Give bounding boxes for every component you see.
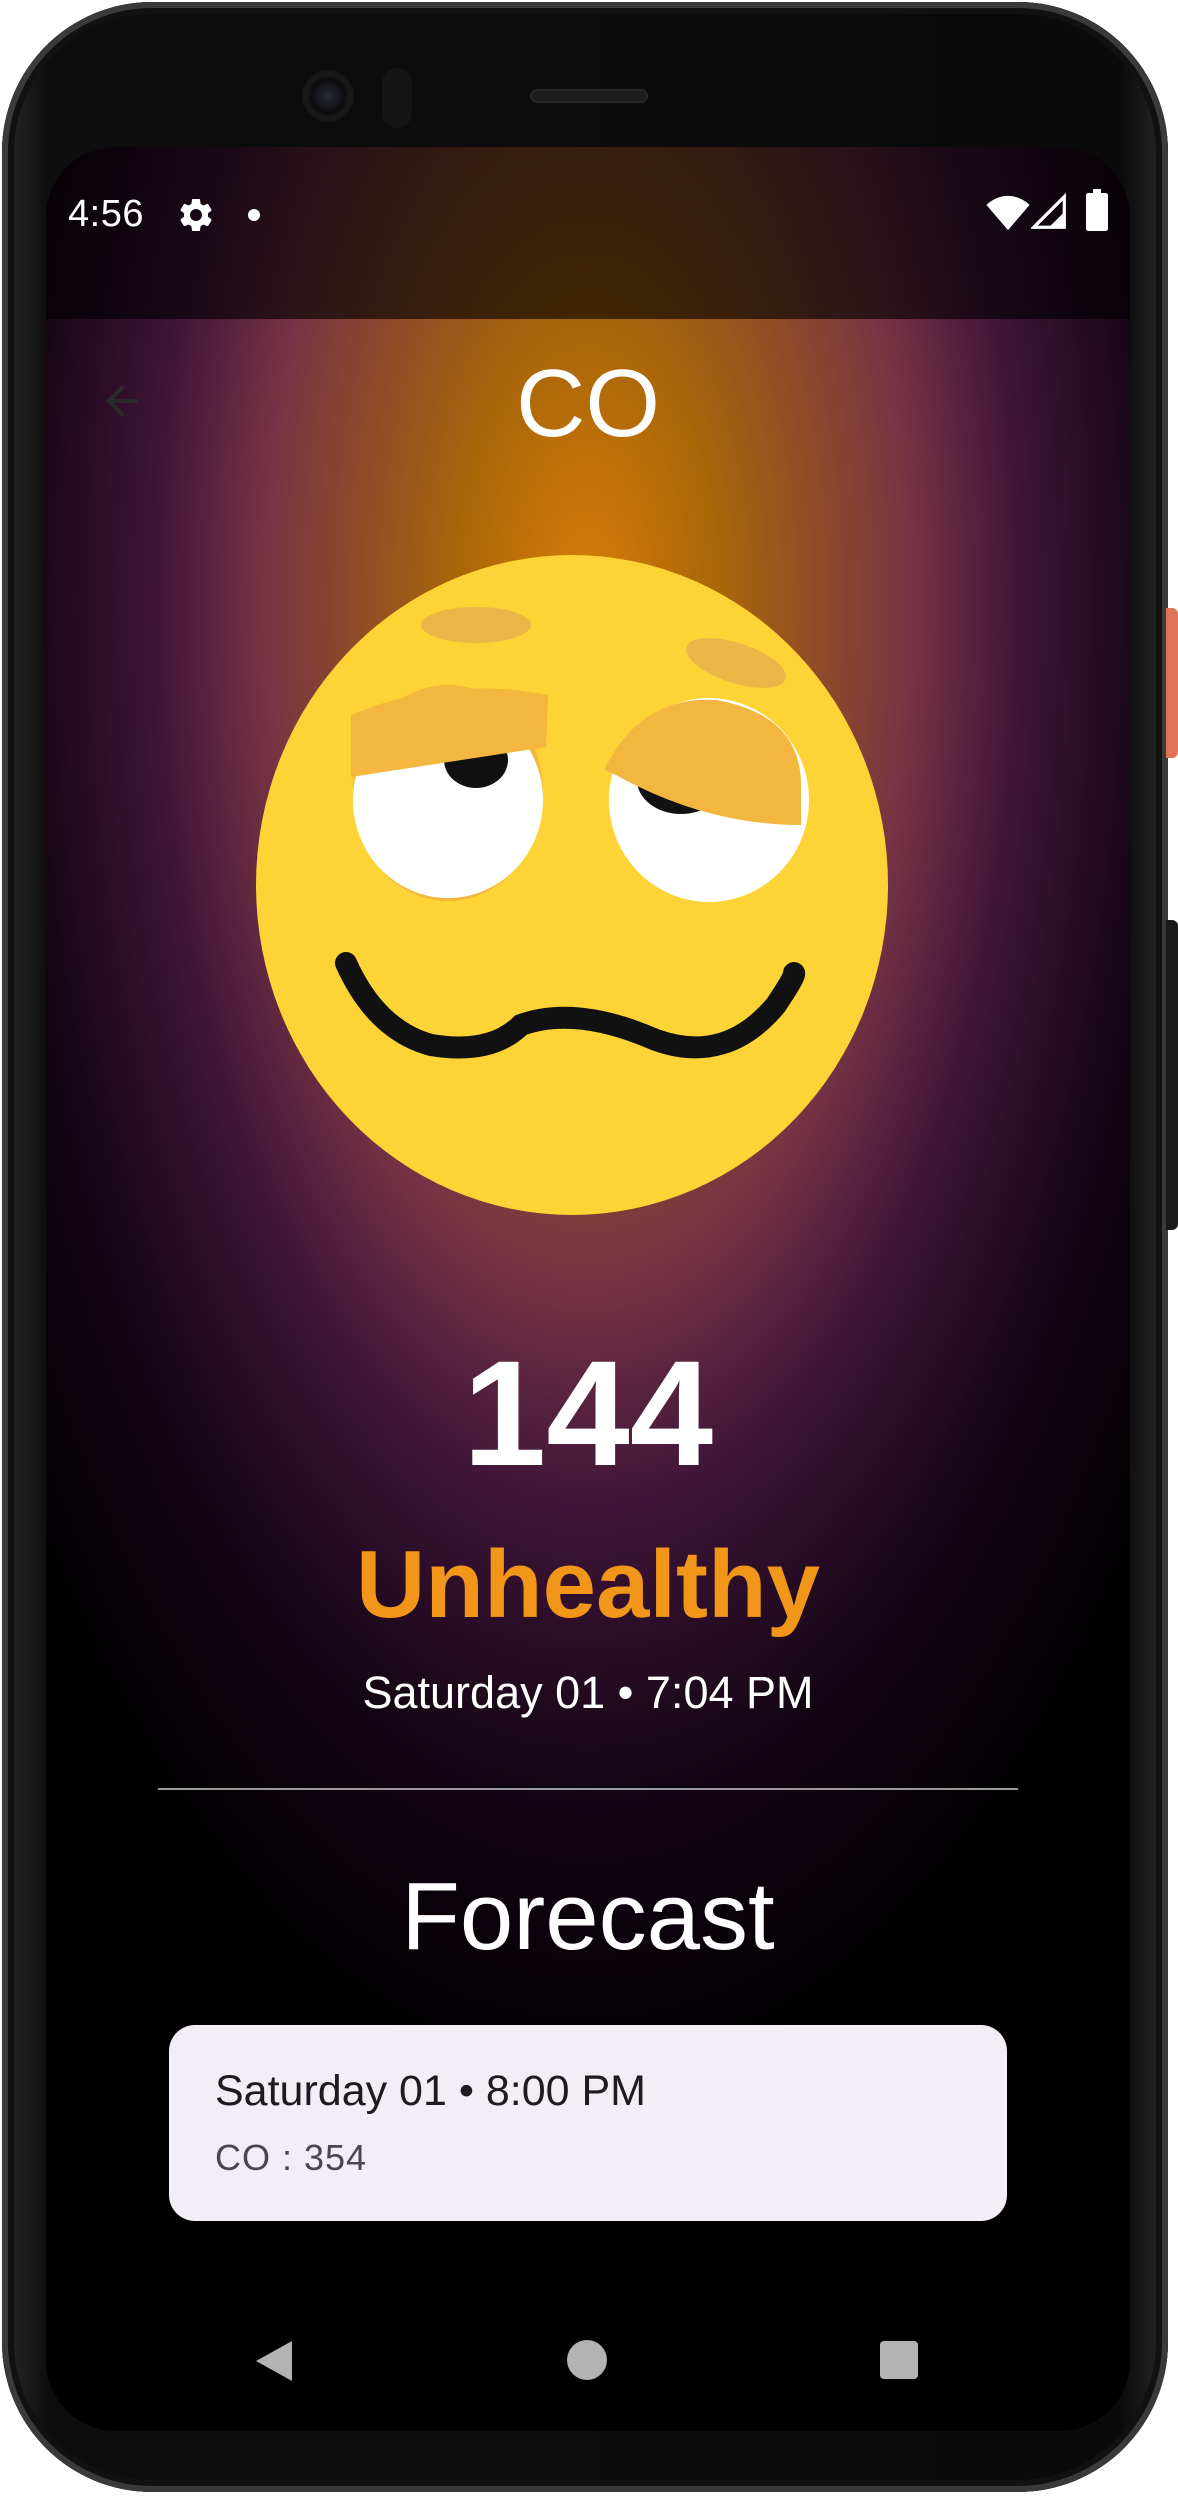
aqi-status-label: Unhealthy: [355, 1531, 821, 1638]
phone-frame: 4:56 CO 144 Unhealthy Saturday 01 • 7:04…: [2, 2, 1168, 2492]
system-nav-bar: [46, 2287, 1130, 2431]
proximity-sensor: [382, 68, 412, 128]
divider: [158, 1788, 1018, 1790]
nav-recents-icon[interactable]: [880, 2341, 918, 2379]
forecast-card-detail: CO : 354: [215, 2137, 368, 2178]
status-time: 4:56: [68, 193, 144, 235]
wifi-icon: [986, 195, 1030, 231]
volume-button: [1166, 920, 1178, 1230]
front-camera: [302, 70, 354, 122]
status-bar: 4:56: [46, 147, 1130, 319]
forecast-heading: Forecast: [401, 1863, 775, 1970]
forecast-card[interactable]: Saturday 01 • 8:00 PM CO : 354: [169, 2025, 1007, 2221]
nav-back-icon[interactable]: [254, 2339, 294, 2383]
page-title: CO: [516, 350, 660, 457]
gear-icon: [180, 199, 212, 231]
power-button: [1166, 608, 1178, 758]
cell-signal-icon: [1031, 193, 1066, 229]
woozy-face-icon: [256, 555, 888, 1215]
earpiece-speaker: [530, 89, 648, 103]
aqi-timestamp: Saturday 01 • 7:04 PM: [362, 1667, 814, 1718]
notification-dot-icon: [248, 209, 260, 221]
battery-icon: [1086, 189, 1108, 231]
nav-home-icon[interactable]: [567, 2340, 607, 2380]
app-screen: 4:56 CO 144 Unhealthy Saturday 01 • 7:04…: [46, 147, 1130, 2431]
forecast-card-datetime: Saturday 01 • 8:00 PM: [215, 2067, 646, 2115]
aqi-value: 144: [462, 1329, 714, 1497]
